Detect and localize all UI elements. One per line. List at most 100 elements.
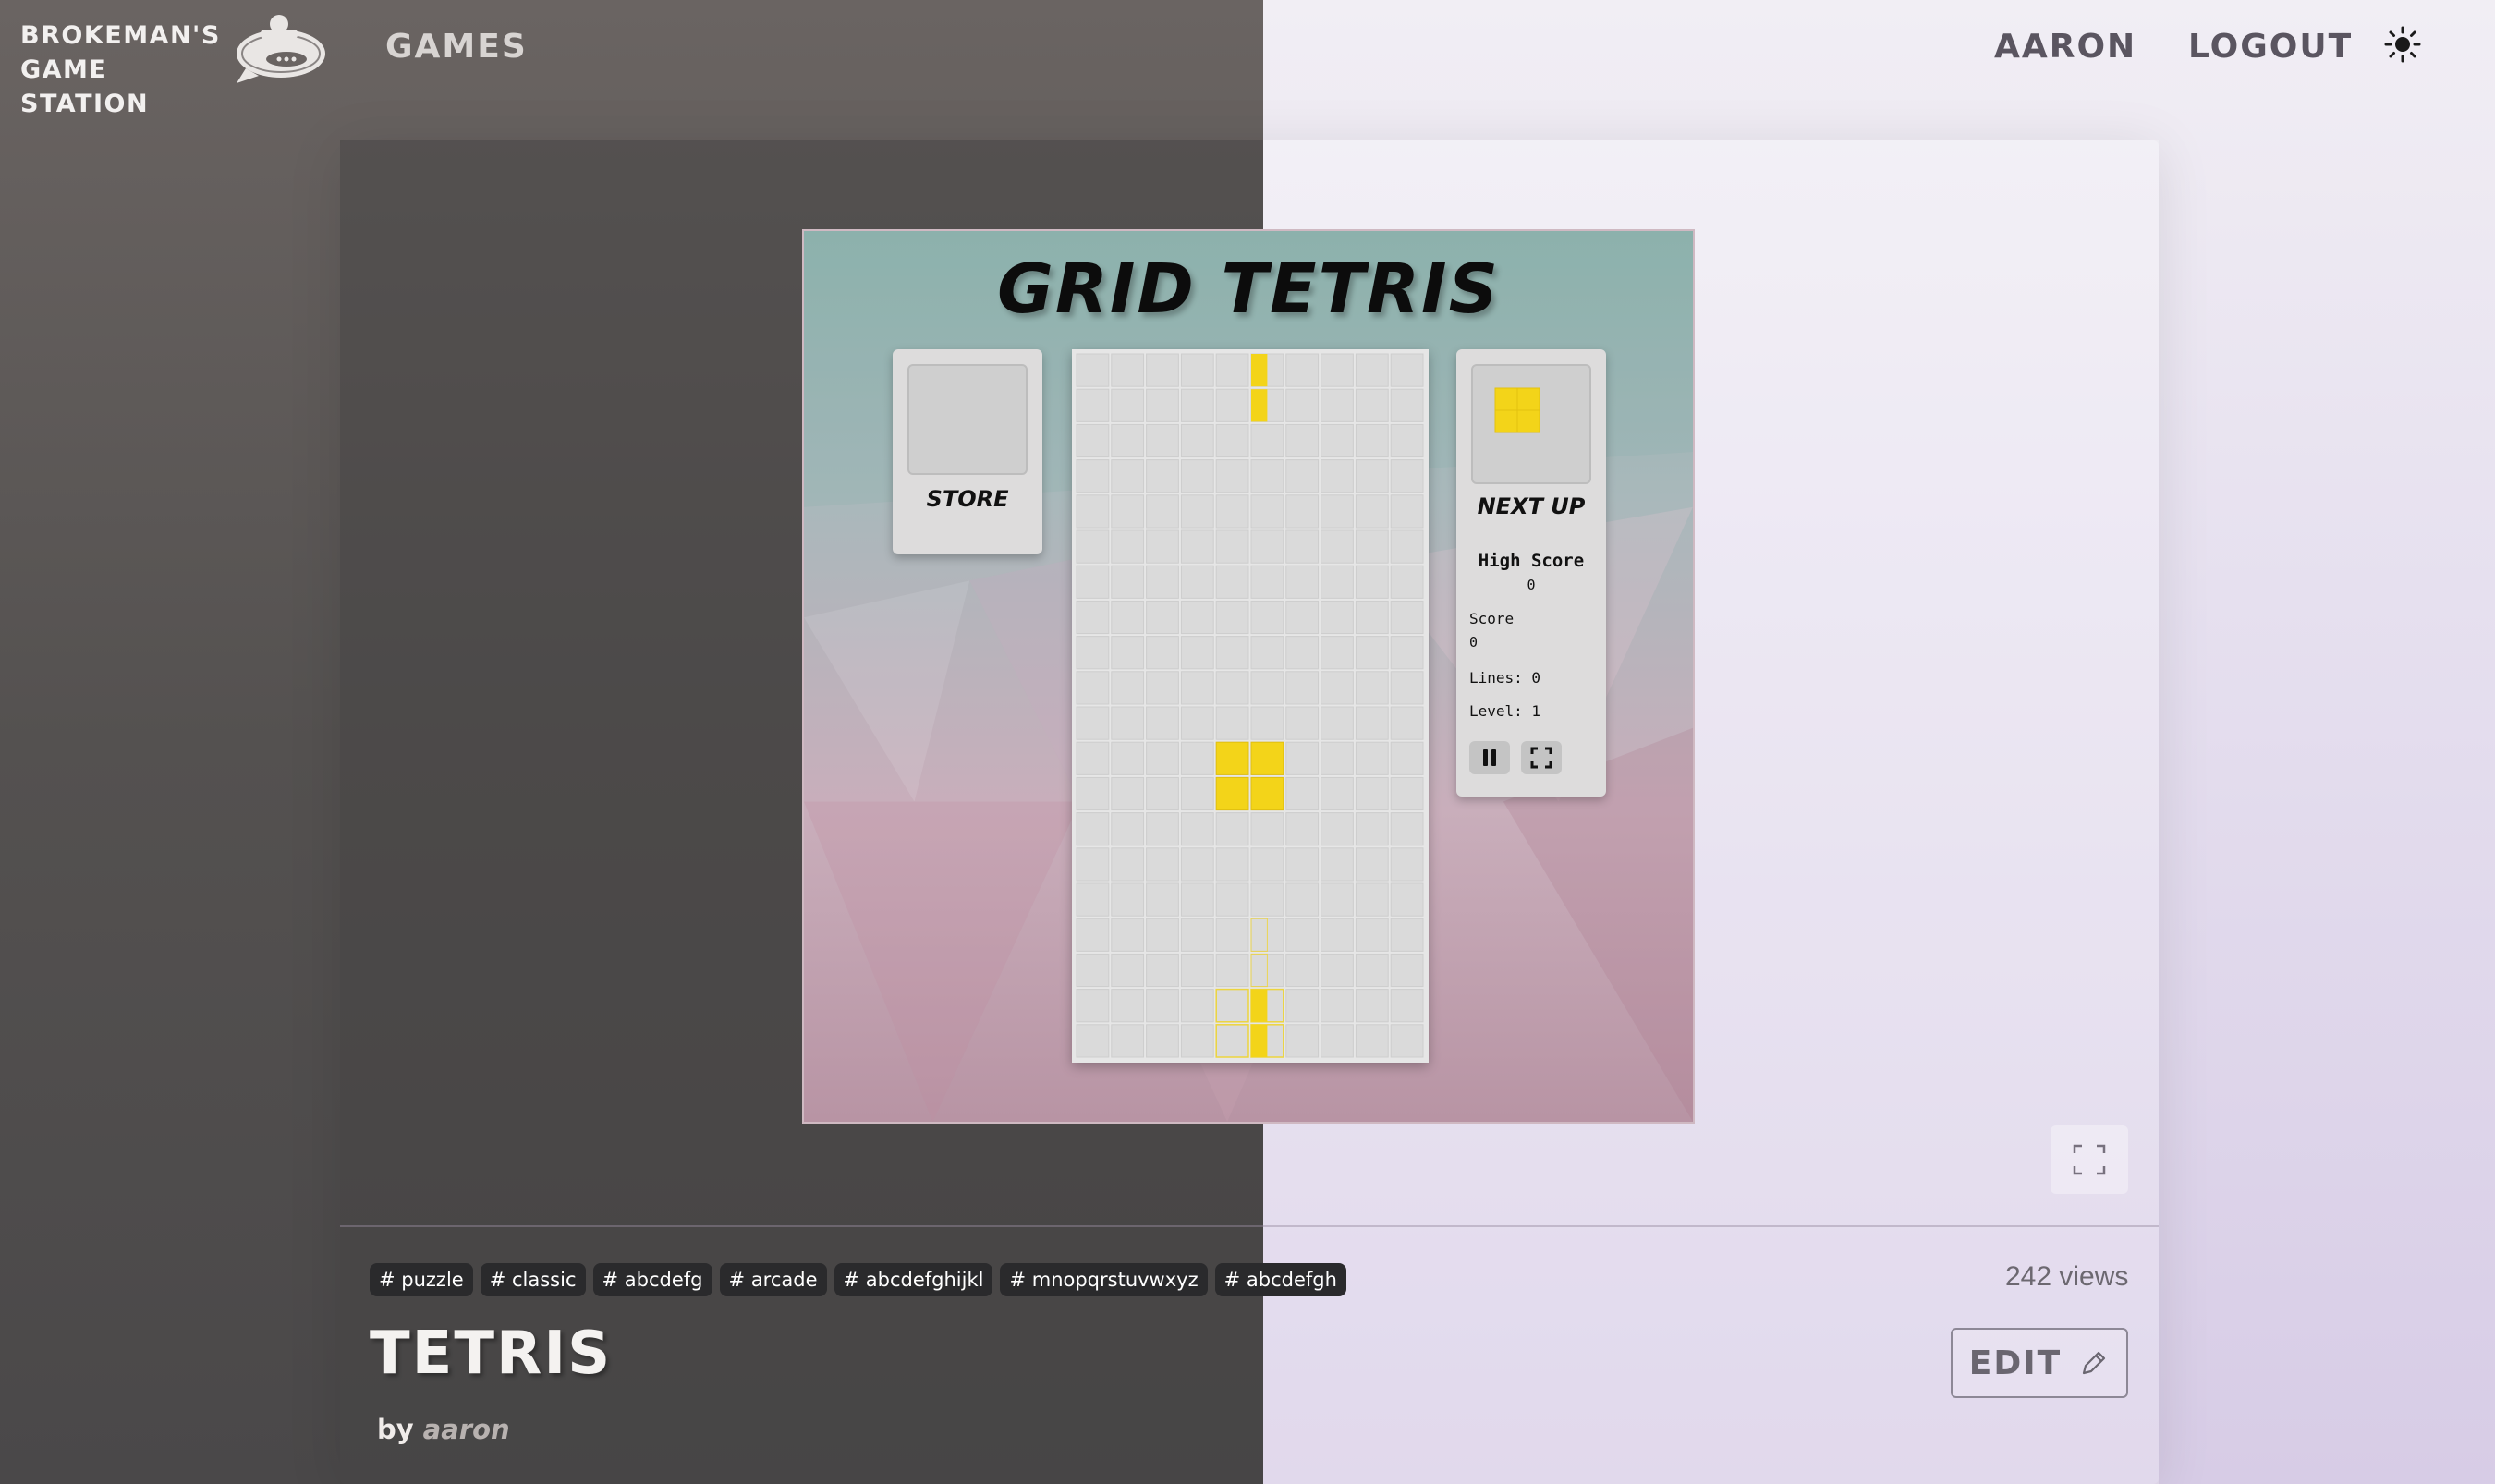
- board-cell: [1180, 1024, 1214, 1058]
- board-cell: [1355, 600, 1389, 635]
- nav-logout-link[interactable]: LOGOUT: [2188, 28, 2353, 66]
- board-cell: [1076, 918, 1110, 952]
- pause-button[interactable]: [1469, 741, 1510, 774]
- board-cell: [1180, 423, 1214, 458]
- tag-chip[interactable]: # abcdefg: [592, 1263, 712, 1296]
- tag-chip[interactable]: # mnopqrstuvwxyz: [1000, 1263, 1208, 1296]
- board-cell: [1215, 494, 1249, 529]
- board-cell: [1111, 1024, 1145, 1058]
- board-cell: [1111, 494, 1145, 529]
- edit-label: EDIT: [1968, 1344, 2063, 1382]
- landed-block: [1251, 1024, 1268, 1057]
- board-cell: [1180, 741, 1214, 775]
- theme-toggle-button[interactable]: [2382, 24, 2423, 65]
- board-cell: [1146, 494, 1179, 529]
- board-cell: [1250, 600, 1284, 635]
- expand-button[interactable]: [2051, 1125, 2128, 1194]
- board-cell: [1180, 847, 1214, 882]
- board-cell: [1285, 565, 1320, 599]
- board-cell: [1390, 423, 1424, 458]
- board-cell: [1321, 494, 1354, 529]
- tag-chip[interactable]: # abcdefgh: [1214, 1263, 1346, 1296]
- board-cell: [1215, 388, 1249, 422]
- board-cell: [1355, 741, 1389, 775]
- board-cell: [1390, 353, 1424, 387]
- pause-icon: [1483, 749, 1496, 766]
- tag-chip[interactable]: # classic: [480, 1263, 586, 1296]
- board-cell: [1215, 529, 1249, 564]
- board-cell: [1215, 353, 1249, 387]
- board-cell: [1321, 565, 1354, 599]
- board-cell: [1146, 882, 1179, 917]
- nav-games-link[interactable]: GAMES: [385, 28, 528, 66]
- lines-count: Lines: 0: [1469, 669, 1541, 687]
- next-o-piece: [1494, 387, 1540, 433]
- author-link[interactable]: aaron: [423, 1414, 510, 1445]
- board-cell: [1215, 423, 1249, 458]
- fullscreen-icon: [1530, 747, 1552, 769]
- board-cell: [1146, 565, 1179, 599]
- landed-block: [1251, 989, 1268, 1022]
- board-cell: [1355, 636, 1389, 670]
- board-cell: [1355, 1024, 1389, 1058]
- board-cell: [1111, 989, 1145, 1023]
- board-cell: [1321, 812, 1354, 846]
- falling-block: [1251, 389, 1268, 422]
- board-cell: [1180, 706, 1214, 740]
- tetris-board[interactable]: [1072, 349, 1429, 1063]
- board-cell: [1390, 565, 1424, 599]
- byline: by aaron: [377, 1414, 510, 1445]
- active-block: [1250, 741, 1284, 775]
- game-fullscreen-button[interactable]: [1521, 741, 1562, 774]
- board-cell: [1355, 423, 1389, 458]
- tag-chip[interactable]: # puzzle: [370, 1263, 473, 1296]
- board-cell: [1076, 494, 1110, 529]
- nav-user-link[interactable]: AARON: [1994, 28, 2136, 66]
- board-cell: [1076, 459, 1110, 493]
- tag-list: # puzzle # classic # abcdefg # arcade # abcd…: [370, 1263, 1346, 1296]
- board-cell: [1321, 918, 1354, 952]
- view-count: 242 views: [2005, 1261, 2129, 1292]
- board-cell: [1285, 600, 1320, 635]
- board-cell: [1390, 918, 1424, 952]
- board-cell: [1180, 812, 1214, 846]
- board-cell: [1355, 918, 1389, 952]
- board-cell: [1355, 565, 1389, 599]
- board-cell: [1321, 706, 1354, 740]
- active-block: [1250, 776, 1284, 811]
- board-cell: [1355, 529, 1389, 564]
- tag-chip[interactable]: # arcade: [719, 1263, 827, 1296]
- board-cell: [1355, 494, 1389, 529]
- board-cell: [1076, 989, 1110, 1023]
- airship-logo-icon[interactable]: [231, 11, 331, 87]
- board-cell: [1180, 918, 1214, 952]
- board-cell: [1355, 989, 1389, 1023]
- board-cell: [1215, 671, 1249, 705]
- board-cell: [1390, 671, 1424, 705]
- board-cell: [1321, 776, 1354, 811]
- board-cell: [1180, 459, 1214, 493]
- edit-button[interactable]: EDIT: [1951, 1328, 2128, 1398]
- brand-name[interactable]: BROKEMAN'S GAME STATION: [20, 18, 233, 121]
- board-cell: [1215, 847, 1249, 882]
- board-cell: [1111, 671, 1145, 705]
- game-frame[interactable]: GRID TETRIS STORE NEXT UP High Score 0 S…: [802, 229, 1695, 1124]
- board-cell: [1250, 847, 1284, 882]
- board-cell: [1390, 1024, 1424, 1058]
- board-cell: [1321, 388, 1354, 422]
- board-cell: [1076, 953, 1110, 988]
- board-cell: [1111, 847, 1145, 882]
- board-cell: [1111, 529, 1145, 564]
- board-cell: [1285, 636, 1320, 670]
- board-cell: [1215, 918, 1249, 952]
- board-cell: [1215, 882, 1249, 917]
- board-cell: [1146, 459, 1179, 493]
- tag-chip[interactable]: # abcdefghijkl: [834, 1263, 993, 1296]
- board-cell: [1111, 882, 1145, 917]
- board-cell: [1321, 459, 1354, 493]
- falling-block: [1251, 354, 1268, 387]
- board-cell: [1321, 671, 1354, 705]
- top-nav: BROKEMAN'S GAME STATION GAMES AARON LOGO…: [0, 0, 2495, 118]
- sun-icon: [2384, 26, 2421, 63]
- board-cell: [1285, 776, 1320, 811]
